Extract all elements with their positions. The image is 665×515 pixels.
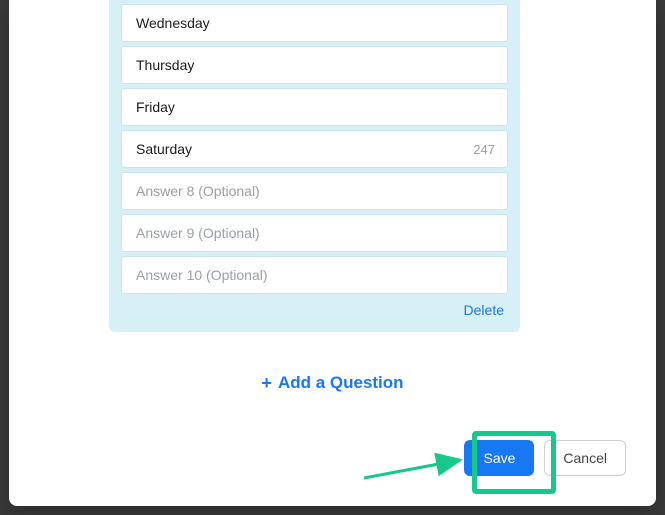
answer-field-wrap xyxy=(121,4,508,42)
answer-input-6[interactable] xyxy=(134,98,495,116)
answer-row xyxy=(121,172,508,210)
answer-input-8[interactable] xyxy=(134,182,495,200)
answer-input-9[interactable] xyxy=(134,224,495,242)
answers-list: 247 xyxy=(121,0,508,294)
answer-input-4[interactable] xyxy=(134,14,495,32)
plus-icon: + xyxy=(261,373,272,394)
answer-row: 247 xyxy=(121,130,508,168)
answer-row xyxy=(121,88,508,126)
answer-row xyxy=(121,4,508,42)
delete-link[interactable]: Delete xyxy=(464,302,504,318)
question-panel: 247 Delete xyxy=(109,0,520,332)
answer-field-wrap xyxy=(121,214,508,252)
answer-field-wrap xyxy=(121,46,508,84)
answer-row xyxy=(121,214,508,252)
add-question-button[interactable]: + Add a Question xyxy=(9,372,656,393)
save-button[interactable]: Save xyxy=(464,440,534,476)
delete-row: Delete xyxy=(121,294,508,322)
cancel-button[interactable]: Cancel xyxy=(544,440,626,476)
answer-input-5[interactable] xyxy=(134,56,495,74)
answer-field-wrap: 247 xyxy=(121,130,508,168)
answer-input-10[interactable] xyxy=(134,266,495,284)
answer-row xyxy=(121,256,508,294)
answer-field-wrap xyxy=(121,172,508,210)
answer-field-wrap xyxy=(121,256,508,294)
footer-actions: Save Cancel xyxy=(464,440,626,476)
char-counter: 247 xyxy=(473,142,495,157)
add-question-label: Add a Question xyxy=(278,373,404,392)
modal-dialog: 247 Delete +Add a xyxy=(9,0,656,506)
answer-input-7[interactable] xyxy=(134,140,465,158)
answer-row xyxy=(121,46,508,84)
answer-field-wrap xyxy=(121,88,508,126)
